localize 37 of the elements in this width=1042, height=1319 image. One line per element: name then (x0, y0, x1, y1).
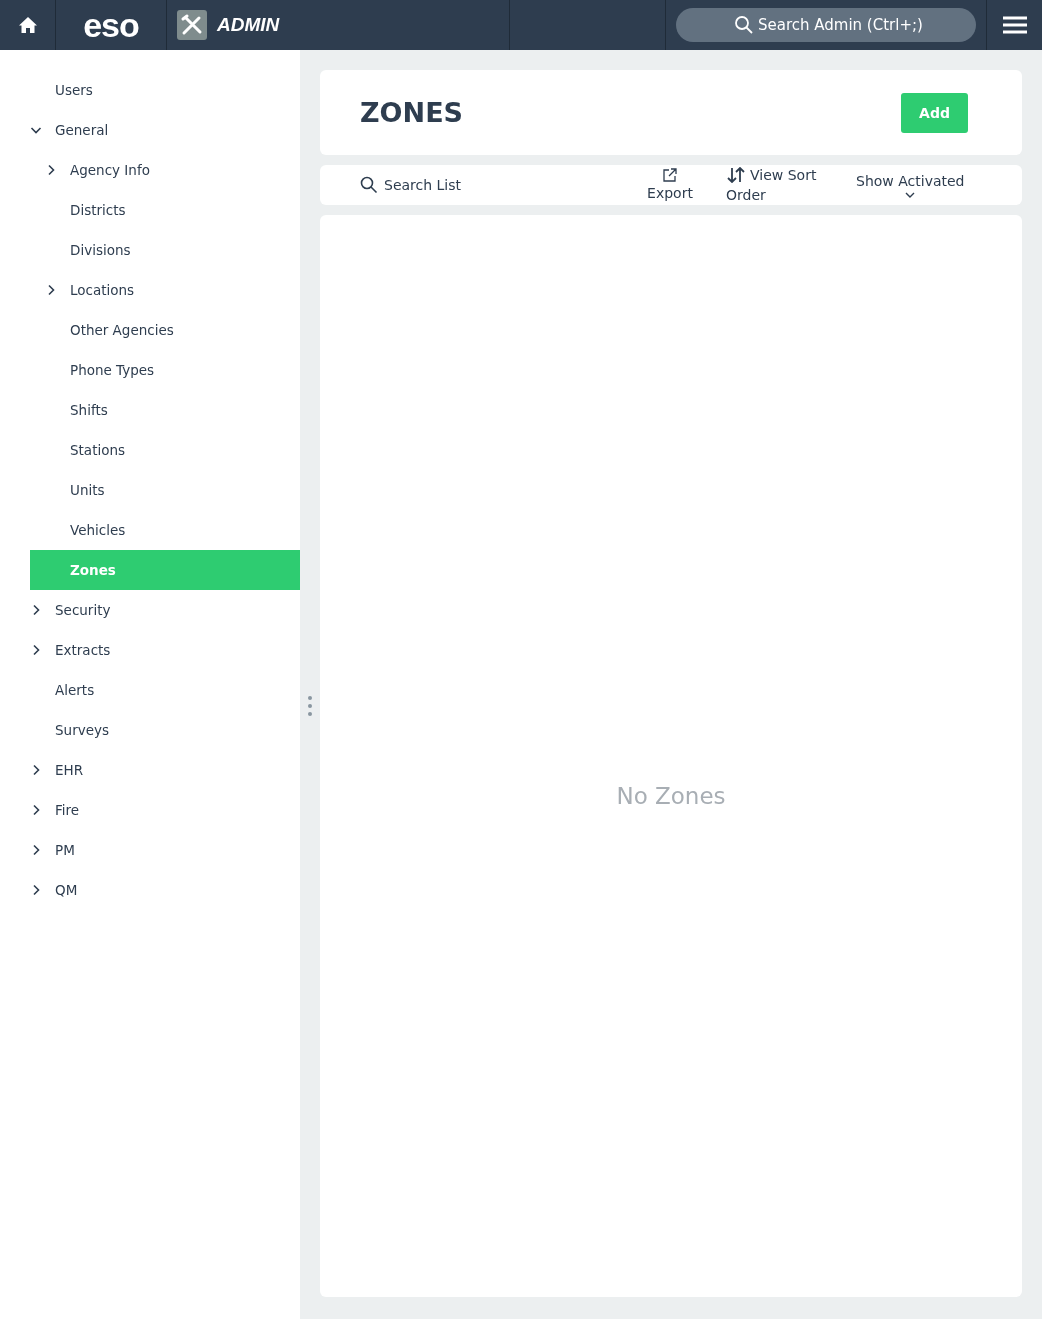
resize-handle[interactable] (308, 695, 312, 717)
logo[interactable]: eso (83, 8, 139, 42)
sidebar-item[interactable]: QM (0, 870, 300, 910)
sort-button[interactable]: View Sort Order (726, 165, 836, 205)
sort-icon (726, 167, 746, 183)
sidebar-item[interactable]: Phone Types (0, 350, 300, 390)
filter-dropdown[interactable]: Show Activated (856, 171, 965, 199)
sidebar-item[interactable]: Agency Info (0, 150, 300, 190)
export-button[interactable]: Export (630, 167, 710, 203)
sidebar-item[interactable]: Districts (0, 190, 300, 230)
sidebar-item[interactable]: Fire (0, 790, 300, 830)
search-icon (734, 15, 754, 35)
home-icon[interactable] (17, 16, 38, 34)
tools-icon (177, 10, 207, 40)
sidebar-item[interactable]: Stations (0, 430, 300, 470)
caret-icon (905, 191, 916, 199)
sidebar-item[interactable]: Units (0, 470, 300, 510)
export-icon (662, 167, 678, 183)
sidebar-item[interactable]: Extracts (0, 630, 300, 670)
sidebar-item[interactable]: Alerts (0, 670, 300, 710)
menu-icon[interactable] (1001, 15, 1028, 35)
page-title: ZONES (360, 97, 464, 128)
sidebar-item[interactable]: EHR (0, 750, 300, 790)
sidebar-item[interactable]: Divisions (0, 230, 300, 270)
sidebar-item[interactable]: Security (0, 590, 300, 630)
sidebar-item[interactable]: PM (0, 830, 300, 870)
sidebar-item[interactable]: Surveys (0, 710, 300, 750)
sidebar-item[interactable]: General (0, 110, 300, 150)
section-title: ADMIN (217, 14, 280, 36)
sidebar-item[interactable]: Shifts (0, 390, 300, 430)
sidebar-item[interactable]: Users (0, 70, 300, 110)
sidebar-item[interactable]: Other Agencies (0, 310, 300, 350)
search-icon (360, 176, 378, 194)
empty-message: No Zones (616, 783, 726, 809)
sidebar-item[interactable]: Locations (0, 270, 300, 310)
search-field[interactable]: Search Admin (Ctrl+;) (676, 8, 976, 42)
sidebar-item[interactable]: Vehicles (0, 510, 300, 550)
